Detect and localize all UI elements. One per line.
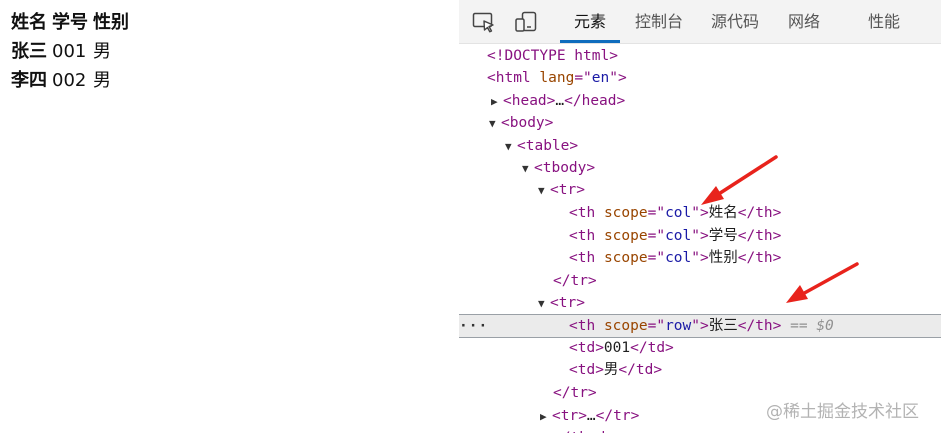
expand-triangle-icon[interactable]: ▶ (540, 406, 552, 428)
more-options-icon[interactable]: ··· (459, 315, 487, 337)
expand-triangle-icon[interactable]: ▶ (491, 91, 503, 113)
td-text: 男 (603, 362, 619, 378)
html-lang-value: en (591, 70, 610, 86)
th-text: 张三 (708, 318, 738, 334)
th-text: 姓名 (708, 205, 738, 221)
table-cell-gender: 男 (93, 41, 111, 62)
dom-node-doctype[interactable]: <!DOCTYPE html> (459, 45, 941, 67)
dom-node-partial: </tbody> (459, 427, 941, 433)
collapse-triangle-icon[interactable]: ▼ (538, 293, 550, 315)
th-text: 性别 (708, 250, 738, 266)
dom-node-th[interactable]: <th scope="col">学号</th> (459, 225, 941, 247)
row-header-cell: 李四 (11, 70, 47, 91)
header-cell-gender: 性别 (93, 12, 129, 33)
collapsed-ellipsis: … (555, 93, 565, 109)
header-cell-name: 姓名 (11, 12, 47, 33)
dom-node-td[interactable]: <td>001</td> (459, 337, 941, 359)
tab-elements[interactable]: 元素 (560, 0, 620, 44)
student-table: 姓名 学号 性别 张三 001 男 李四 002 男 (11, 12, 134, 99)
dom-node-th-selected[interactable]: ··· <th scope="row">张三</th> == $0 (459, 314, 941, 338)
collapse-triangle-icon[interactable]: ▼ (489, 113, 501, 135)
collapse-triangle-icon[interactable]: ▼ (538, 180, 550, 202)
row-header-cell: 张三 (11, 41, 47, 62)
th-text: 学号 (708, 228, 738, 244)
devtools-toolbar: 元素 控制台 源代码 网络 性能 (459, 0, 941, 44)
dom-node-body[interactable]: ▼ <body> (459, 112, 941, 134)
tab-console[interactable]: 控制台 (629, 0, 689, 44)
devtools-panel: 元素 控制台 源代码 网络 性能 <!DOCTYPE html> <html l… (459, 0, 941, 433)
table-row: 张三 001 男 (11, 41, 134, 70)
table-cell-id: 001 (52, 41, 87, 62)
collapsed-ellipsis: … (586, 408, 596, 424)
selected-node-marker: == $0 (790, 318, 834, 334)
dom-node-table[interactable]: ▼ <table> (459, 135, 941, 157)
scope-value: row (665, 318, 692, 334)
scope-value: col (665, 228, 692, 244)
collapse-triangle-icon[interactable]: ▼ (522, 158, 534, 180)
dom-node-head[interactable]: ▶ <head>…</head> (459, 90, 941, 112)
table-row: 李四 002 男 (11, 70, 134, 99)
dom-node-tbody[interactable]: ▼ <tbody> (459, 157, 941, 179)
table-cell-gender: 男 (93, 70, 111, 91)
dom-node-tr-close[interactable]: </tr> (459, 270, 941, 292)
dom-node-tr[interactable]: ▼ <tr> (459, 292, 941, 314)
dom-tree: <!DOCTYPE html> <html lang="en"> ▶ <head>… (459, 44, 941, 433)
tab-network[interactable]: 网络 (781, 0, 827, 44)
dom-node-th[interactable]: <th scope="col">性别</th> (459, 247, 941, 269)
inspect-element-icon[interactable] (471, 10, 497, 34)
dom-node-td[interactable]: <td>男</td> (459, 359, 941, 381)
td-text: 001 (603, 340, 631, 356)
table-cell-id: 002 (52, 70, 87, 91)
dom-node-tr[interactable]: ▼ <tr> (459, 179, 941, 201)
collapse-triangle-icon[interactable]: ▼ (505, 136, 517, 158)
tab-sources[interactable]: 源代码 (704, 0, 766, 44)
scope-value: col (665, 205, 692, 221)
doctype-text: <!DOCTYPE html> (487, 48, 618, 64)
dom-node-th[interactable]: <th scope="col">姓名</th> (459, 202, 941, 224)
dom-node-html[interactable]: <html lang="en"> (459, 67, 941, 89)
rendered-page: 姓名 学号 性别 张三 001 男 李四 002 男 (0, 0, 459, 433)
tab-performance[interactable]: 性能 (861, 0, 907, 44)
active-tab-indicator (560, 40, 620, 43)
scope-value: col (665, 250, 692, 266)
table-header-row: 姓名 学号 性别 (11, 12, 134, 41)
watermark: @稀土掘金技术社区 (766, 402, 919, 422)
device-emulation-icon[interactable] (513, 10, 539, 34)
header-cell-id: 学号 (52, 12, 88, 33)
